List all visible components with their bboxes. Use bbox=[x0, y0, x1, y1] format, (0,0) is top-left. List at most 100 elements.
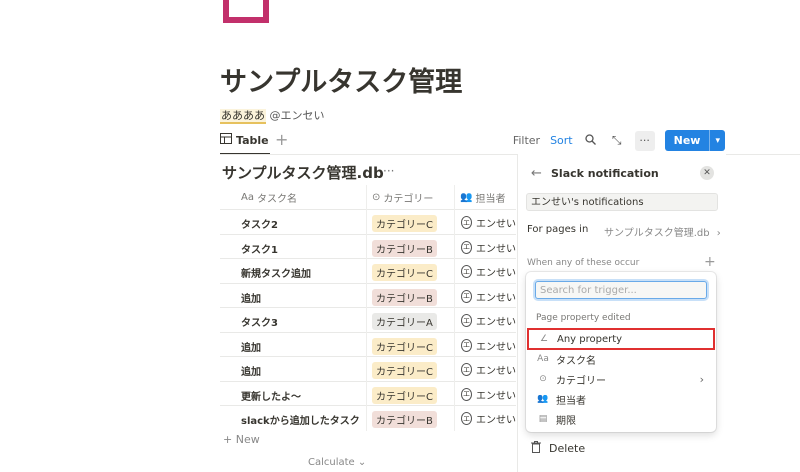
category-tag[interactable]: カテゴリーC bbox=[372, 337, 437, 355]
task-name[interactable]: タスク1 bbox=[241, 241, 278, 256]
toolbar-actions: Filter Sort ⤡ ··· New ▾ bbox=[513, 130, 725, 151]
text-property-icon: Aa bbox=[537, 354, 549, 364]
table-row[interactable]: 追加 カテゴリーB エエンせい bbox=[220, 282, 516, 308]
avatar: エ bbox=[461, 363, 472, 376]
task-name[interactable]: 新規タスク追加 bbox=[241, 265, 311, 280]
trigger-label: タスク名 bbox=[556, 355, 596, 367]
assignee-cell[interactable]: エエンせい bbox=[461, 240, 516, 255]
assignee-cell[interactable]: エエンせい bbox=[461, 215, 516, 230]
chevron-down-icon[interactable]: ▾ bbox=[709, 130, 725, 151]
task-name[interactable]: タスク3 bbox=[241, 314, 278, 329]
add-trigger-icon[interactable]: + bbox=[704, 254, 716, 270]
expand-icon[interactable]: ⤡ bbox=[609, 133, 625, 148]
author-mention[interactable]: @エンセい bbox=[270, 109, 325, 122]
pages-in-label: For pages in bbox=[527, 224, 589, 235]
table-row[interactable]: タスク1 カテゴリーB エエンせい bbox=[220, 233, 516, 259]
filter-button[interactable]: Filter bbox=[513, 134, 540, 147]
column-header-category[interactable]: ⊙ カテゴリー bbox=[372, 190, 433, 205]
trigger-due-date[interactable]: ▤ 期限 bbox=[528, 409, 714, 429]
column-header-assignee[interactable]: 👥 担当者 bbox=[460, 190, 505, 205]
database-more-icon[interactable]: ··· bbox=[383, 164, 394, 178]
assignee-name: エンせい bbox=[476, 268, 516, 279]
category-tag[interactable]: カテゴリーA bbox=[372, 313, 437, 330]
assignee-name: エンせい bbox=[476, 415, 516, 426]
task-name[interactable]: 更新したよ〜 bbox=[241, 388, 301, 403]
assignee-cell[interactable]: エエンせい bbox=[461, 264, 516, 279]
category-tag[interactable]: カテゴリーC bbox=[372, 215, 437, 232]
pages-in-database: サンプルタスク管理.db bbox=[604, 228, 710, 239]
assignee-name: エンせい bbox=[476, 390, 516, 402]
database-title[interactable]: サンプルタスク管理.db bbox=[222, 162, 384, 183]
close-icon[interactable]: ✕ bbox=[700, 166, 714, 180]
category-tag[interactable]: カテゴリーB bbox=[372, 411, 437, 428]
delete-button[interactable]: Delete bbox=[531, 441, 585, 456]
pencil-icon: ∠ bbox=[539, 334, 549, 344]
column-header-name[interactable]: Aa タスク名 bbox=[241, 190, 297, 205]
panel-title: Slack notification bbox=[551, 167, 659, 180]
page-meta: ああああ @エンセい bbox=[220, 107, 325, 124]
calendar-icon: ▤ bbox=[538, 414, 548, 424]
table-row[interactable]: 更新したよ〜 カテゴリーC エエンせい bbox=[220, 380, 516, 406]
column-name-label: タスク名 bbox=[256, 194, 297, 205]
task-name[interactable]: 追加 bbox=[241, 290, 261, 305]
trigger-section-label: When any of these occur bbox=[527, 258, 640, 268]
table-row[interactable]: タスク2 カテゴリーC エエンせい bbox=[220, 209, 516, 234]
text-property-icon: Aa bbox=[241, 192, 254, 203]
assignee-cell[interactable]: エエンせい bbox=[461, 362, 516, 377]
task-name[interactable]: 追加 bbox=[241, 363, 261, 378]
add-row-button[interactable]: + New bbox=[223, 433, 260, 446]
page-title[interactable]: サンプルタスク管理 bbox=[220, 60, 462, 99]
assignee-name: エンせい bbox=[476, 243, 516, 255]
search-icon[interactable] bbox=[583, 133, 599, 148]
assignee-cell[interactable]: エエンせい bbox=[461, 313, 516, 328]
category-tag[interactable]: カテゴリーC bbox=[372, 362, 437, 379]
table-row[interactable]: 追加 カテゴリーC エエンせい bbox=[220, 356, 516, 381]
avatar: エ bbox=[461, 289, 472, 303]
pages-in-value[interactable]: サンプルタスク管理.db › bbox=[604, 224, 721, 239]
task-name[interactable]: 追加 bbox=[241, 339, 261, 354]
trigger-label: 期限 bbox=[556, 415, 576, 427]
trigger-label: 担当者 bbox=[556, 395, 586, 407]
trigger-search-input[interactable]: Search for trigger... bbox=[535, 281, 707, 299]
assignee-cell[interactable]: エエンせい bbox=[461, 411, 516, 426]
table-row[interactable]: 新規タスク追加 カテゴリーC エエンせい bbox=[220, 258, 516, 283]
trigger-category[interactable]: ⊙ カテゴリー › bbox=[528, 369, 714, 389]
assignee-name: エンせい bbox=[476, 317, 516, 328]
table-row[interactable]: タスク3 カテゴリーA エエンせい bbox=[220, 307, 516, 332]
trigger-task-name[interactable]: Aa タスク名 bbox=[528, 349, 714, 369]
page-icon[interactable] bbox=[222, 0, 270, 26]
new-button-label: New bbox=[673, 134, 701, 147]
table-header: Aa タスク名 ⊙ カテゴリー 👥 担当者 bbox=[220, 185, 520, 209]
table-row[interactable]: 追加 カテゴリーC エエンせい bbox=[220, 331, 516, 357]
trigger-label: Any property bbox=[557, 333, 623, 345]
assignee-name: エンせい bbox=[476, 366, 516, 377]
tab-table[interactable]: Table bbox=[220, 128, 269, 152]
category-tag[interactable]: カテゴリーB bbox=[372, 288, 437, 306]
notification-name-field[interactable]: エンせい's notifications bbox=[526, 193, 718, 211]
avatar: エ bbox=[461, 412, 472, 425]
column-divider bbox=[454, 185, 455, 431]
assignee-cell[interactable]: エエンせい bbox=[461, 387, 516, 402]
assignee-name: エンせい bbox=[476, 219, 516, 230]
select-property-icon: ⊙ bbox=[539, 374, 547, 384]
task-name[interactable]: slackから追加したタスク bbox=[241, 412, 360, 427]
view-toolbar: Table + Filter Sort ⤡ ··· New ▾ bbox=[220, 128, 725, 155]
category-tag[interactable]: カテゴリーB bbox=[372, 239, 437, 257]
table-row[interactable]: slackから追加したタスク カテゴリーB エエンせい bbox=[220, 405, 516, 430]
more-options-icon[interactable]: ··· bbox=[634, 130, 655, 151]
trigger-any-property[interactable]: ∠ Any property bbox=[527, 328, 715, 350]
add-view-icon[interactable]: + bbox=[275, 130, 288, 149]
new-button[interactable]: New ▾ bbox=[664, 130, 725, 151]
back-arrow-icon[interactable]: ← bbox=[531, 166, 542, 181]
calculate-button[interactable]: Calculate ⌄ bbox=[308, 457, 366, 468]
sort-button[interactable]: Sort bbox=[550, 134, 573, 147]
category-tag[interactable]: カテゴリーC bbox=[372, 264, 437, 281]
trigger-assignee[interactable]: 👥 担当者 bbox=[528, 389, 714, 409]
task-name[interactable]: タスク2 bbox=[241, 216, 278, 231]
assignee-cell[interactable]: エエンせい bbox=[461, 338, 516, 353]
table-icon bbox=[220, 133, 232, 147]
avatar: エ bbox=[461, 240, 472, 254]
trigger-dropdown: Search for trigger... Page property edit… bbox=[526, 272, 716, 432]
category-tag[interactable]: カテゴリーC bbox=[372, 386, 437, 404]
assignee-cell[interactable]: エエンせい bbox=[461, 289, 516, 304]
